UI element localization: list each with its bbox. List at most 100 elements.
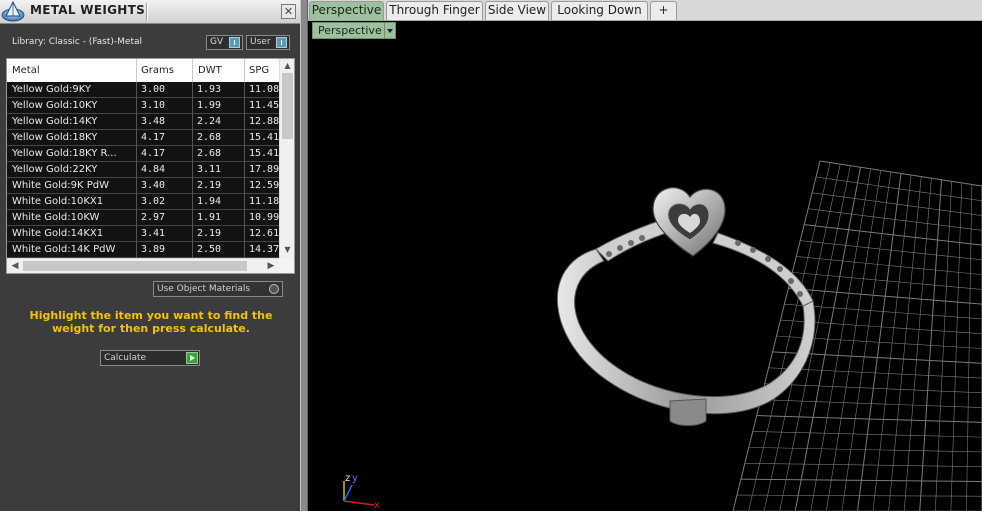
table-row[interactable]: Yellow Gold:18KY R... 4.17 2.68 15.41 [7, 146, 279, 162]
view-dropdown[interactable]: Perspective [312, 22, 396, 39]
scroll-thumb[interactable] [282, 73, 293, 139]
tab-through-finger[interactable]: Through Finger [386, 1, 483, 20]
cell-metal: Yellow Gold:9KY [12, 84, 91, 95]
cell-metal: Yellow Gold:18KY R... [12, 148, 117, 159]
scroll-left-icon[interactable]: ◀ [8, 259, 22, 273]
table-header: Metal Grams DWT SPG [7, 59, 279, 82]
column-header-spg[interactable]: SPG [249, 65, 269, 76]
table-row[interactable]: Yellow Gold:22KY 4.84 3.11 17.89 [7, 162, 279, 178]
cell-metal: White Gold:14K PdW [12, 244, 116, 255]
table-row[interactable]: Yellow Gold:14KY 3.48 2.24 12.88 [7, 114, 279, 130]
column-header-dwt[interactable]: DWT [198, 65, 222, 76]
calculate-label: Calculate [104, 353, 147, 363]
cell-spg: 11.45 [249, 100, 279, 111]
table-row[interactable]: White Gold:10KW 2.97 1.91 10.99 [7, 210, 279, 226]
scroll-right-icon[interactable]: ▶ [264, 259, 278, 273]
cell-spg: 12.61 [249, 228, 279, 239]
table-row[interactable]: White Gold:14K PdW 3.89 2.50 14.37 [7, 242, 279, 258]
view-dropdown-value: Perspective [318, 24, 382, 37]
chevron-down-icon[interactable] [384, 23, 395, 38]
cell-dwt: 2.68 [197, 132, 222, 143]
pyramid-logo-icon [1, 1, 25, 22]
cell-grams: 4.17 [141, 132, 166, 143]
cell-dwt: 2.19 [197, 228, 222, 239]
cell-grams: 3.00 [141, 84, 166, 95]
axis-gizmo: x y z [343, 473, 380, 511]
cell-spg: 14.37 [249, 244, 279, 255]
scroll-down-icon[interactable]: ▼ [280, 244, 295, 256]
metal-weights-panel: METAL WEIGHTS ✕ Library: Classic - (Fast… [0, 0, 302, 511]
cell-dwt: 1.91 [197, 212, 222, 223]
column-header-metal[interactable]: Metal [12, 65, 40, 76]
scroll-up-icon[interactable]: ▲ [280, 60, 295, 72]
table-row[interactable]: White Gold:14KX1 3.41 2.19 12.61 [7, 226, 279, 242]
tab-side-view[interactable]: Side View [485, 1, 549, 20]
cell-spg: 12.59 [249, 180, 279, 191]
cell-grams: 3.40 [141, 180, 166, 191]
column-divider[interactable] [244, 59, 245, 82]
column-line [192, 82, 193, 258]
cell-dwt: 1.93 [197, 84, 222, 95]
user-toggle-label: User [250, 37, 271, 47]
cell-metal: White Gold:14KX1 [12, 228, 104, 239]
table-row[interactable]: Yellow Gold:9KY 3.00 1.93 11.08 [7, 82, 279, 98]
column-divider[interactable] [136, 59, 137, 82]
table-row[interactable]: Yellow Gold:18KY 4.17 2.68 15.41 [7, 130, 279, 146]
cell-metal: Yellow Gold:14KY [12, 116, 98, 127]
cell-grams: 3.41 [141, 228, 166, 239]
metal-table: Metal Grams DWT SPG Yellow Gold:9KY 3.00 1… [6, 58, 295, 274]
cell-spg: 17.89 [249, 164, 279, 175]
column-line [136, 82, 137, 258]
use-object-materials-option[interactable]: Use Object Materials [153, 281, 283, 297]
cell-grams: 3.89 [141, 244, 166, 255]
cell-spg: 12.88 [249, 116, 279, 127]
calculate-button[interactable]: Calculate [100, 350, 200, 366]
cell-dwt: 2.24 [197, 116, 222, 127]
title-divider [146, 3, 148, 21]
cell-spg: 15.41 [249, 148, 279, 159]
table-row[interactable]: White Gold:10KX1 3.02 1.94 11.18 [7, 194, 279, 210]
gv-toggle-label: GV [210, 37, 224, 47]
ring-model[interactable] [556, 187, 816, 426]
column-header-grams[interactable]: Grams [141, 65, 174, 76]
cell-grams: 3.02 [141, 196, 166, 207]
close-icon[interactable]: ✕ [281, 4, 296, 19]
horizontal-scrollbar[interactable]: ◀ ▶ [7, 258, 279, 273]
tab-looking-down[interactable]: Looking Down [551, 1, 648, 20]
table-row[interactable]: White Gold:9K PdW 3.40 2.19 12.59 [7, 178, 279, 194]
radio-icon[interactable] [269, 284, 279, 294]
tab-perspective[interactable]: Perspective [309, 1, 384, 20]
plus-icon[interactable]: + [650, 1, 677, 20]
ground-grid [732, 160, 982, 511]
cell-dwt: 2.68 [197, 148, 222, 159]
cell-dwt: 1.94 [197, 196, 222, 207]
cell-dwt: 3.11 [197, 164, 222, 175]
cell-grams: 3.10 [141, 100, 166, 111]
column-line [244, 82, 245, 258]
viewport-canvas[interactable]: x y z [308, 21, 982, 511]
vertical-scrollbar[interactable]: ▲ ▼ [279, 59, 294, 258]
column-divider[interactable] [192, 59, 193, 82]
cell-dwt: 2.19 [197, 180, 222, 191]
cell-grams: 2.97 [141, 212, 166, 223]
cell-metal: White Gold:10KW [12, 212, 100, 223]
cell-metal: Yellow Gold:10KY [12, 100, 98, 111]
cell-grams: 3.48 [141, 116, 166, 127]
panel-splitter[interactable] [300, 0, 308, 511]
cell-spg: 11.18 [249, 196, 279, 207]
cell-grams: 4.84 [141, 164, 166, 175]
3d-viewport[interactable]: x y z [308, 21, 982, 511]
gv-toggle[interactable]: GV [206, 35, 243, 50]
cell-spg: 15.41 [249, 132, 279, 143]
play-arrow-icon[interactable] [186, 352, 198, 364]
cell-metal: Yellow Gold:22KY [12, 164, 98, 175]
scroll-thumb[interactable] [23, 261, 247, 271]
table-row[interactable]: Yellow Gold:10KY 3.10 1.99 11.45 [7, 98, 279, 114]
axis-x-label: x [374, 500, 380, 511]
cell-spg: 11.08 [249, 84, 279, 95]
view-tab-bar: Perspective Through Finger Side View Loo… [308, 0, 982, 21]
cell-metal: White Gold:10KX1 [12, 196, 104, 207]
toggle-switch-icon [276, 37, 287, 48]
user-toggle[interactable]: User [246, 35, 290, 50]
panel-title-bar[interactable]: METAL WEIGHTS ✕ [0, 0, 300, 24]
